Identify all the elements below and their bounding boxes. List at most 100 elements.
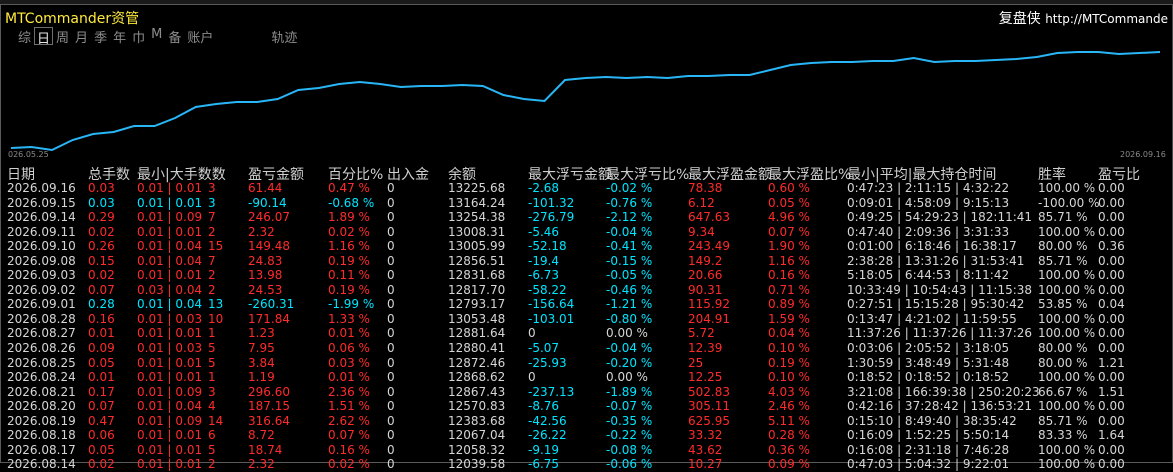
tab-5[interactable]: 年 bbox=[110, 27, 129, 46]
cell-tot: 0.03 bbox=[88, 181, 115, 195]
cell-flp: 204.91 bbox=[688, 311, 730, 326]
cell-win: 85.71 % bbox=[1038, 253, 1088, 268]
tab-8[interactable]: 备 bbox=[165, 27, 184, 46]
cell-pct: 2.62 % bbox=[328, 413, 370, 428]
cell-tot: 0.15 bbox=[88, 253, 115, 268]
table-row[interactable]: 2026.09.16 0.03 0.01 | 0.01 3 61.44 0.47 % 0 13… bbox=[1, 181, 1172, 196]
cell-lots: 0.01 | 0.01 bbox=[137, 268, 203, 283]
table-row[interactable]: 2026.09.14 0.29 0.01 | 0.09 7 246.07 1.89 % 0 1… bbox=[1, 210, 1172, 225]
table-row[interactable]: 2026.08.19 0.47 0.01 | 0.09 14 316.64 2.62 % 0… bbox=[1, 414, 1172, 429]
cell-pct: 0.19 % bbox=[328, 282, 370, 297]
cell-flp: 115.92 bbox=[688, 297, 730, 312]
cell-time: 2:38:28 | 13:31:26 | 31:53:41 bbox=[847, 253, 1025, 268]
cell-cnt: 5 bbox=[208, 355, 216, 370]
table-row[interactable]: 2026.08.21 0.17 0.01 | 0.09 3 296.60 2.36 % 0 1… bbox=[1, 385, 1172, 400]
tab-1[interactable]: 日 bbox=[34, 27, 54, 47]
cell-flp: 20.66 bbox=[688, 268, 723, 283]
cell-date: 2026.09.10 bbox=[7, 239, 76, 254]
cell-fltp: -0.04 % bbox=[606, 341, 653, 356]
cell-in: 0 bbox=[387, 399, 395, 414]
cell-flt: -58.22 bbox=[528, 282, 567, 297]
cell-fltp: 0.00 % bbox=[606, 326, 648, 341]
table-row[interactable]: 2026.08.24 0.01 0.01 | 0.01 1 1.19 0.01 % 0 128… bbox=[1, 370, 1172, 385]
cell-cnt: 2 bbox=[208, 268, 216, 283]
table-row[interactable]: 2026.08.26 0.09 0.01 | 0.03 5 7.95 0.06 % 0 128… bbox=[1, 341, 1172, 356]
table-row[interactable]: 2026.09.10 0.26 0.01 | 0.04 15 149.48 1.16 % 0… bbox=[1, 239, 1172, 254]
tab-7[interactable]: M bbox=[148, 27, 165, 45]
cell-time: 0:47:03 | 5:04:32 | 9:22:01 bbox=[847, 457, 1010, 472]
table-row[interactable]: 2026.08.17 0.05 0.01 | 0.01 5 18.74 0.16 % 0 12… bbox=[1, 443, 1172, 458]
cell-lots: 0.01 | 0.01 bbox=[137, 224, 203, 239]
cell-cnt: 6 bbox=[208, 428, 216, 443]
cell-flt: 0 bbox=[528, 326, 536, 341]
cell-bal: 12058.32 bbox=[448, 442, 506, 457]
table-row[interactable]: 2026.08.28 0.16 0.01 | 0.03 10 171.84 1.33 % 0… bbox=[1, 312, 1172, 327]
cell-flt: -276.79 bbox=[528, 210, 575, 225]
cell-in: 0 bbox=[387, 195, 395, 210]
cell-ratio: 0.00 bbox=[1098, 268, 1125, 283]
cell-flpp: 0.10 % bbox=[768, 341, 810, 356]
cell-pl: 2.32 bbox=[248, 457, 275, 472]
cell-in: 0 bbox=[387, 413, 395, 428]
tab-2[interactable]: 周 bbox=[53, 27, 72, 46]
cell-flpp: 4.96 % bbox=[768, 210, 810, 225]
table-row[interactable]: 2026.09.03 0.02 0.01 | 0.01 2 13.98 0.11 % 0 12… bbox=[1, 268, 1172, 283]
cell-ratio: 1.21 bbox=[1098, 355, 1125, 370]
cell-date: 2026.08.28 bbox=[7, 311, 76, 326]
table-row[interactable]: 2026.08.25 0.05 0.01 | 0.01 5 3.84 0.03 % 0 128… bbox=[1, 356, 1172, 371]
cell-ratio: 0.00 bbox=[1098, 282, 1125, 297]
cell-bal: 13254.38 bbox=[448, 210, 506, 225]
cell-flpp: 0.28 % bbox=[768, 428, 810, 443]
cell-lots: 0.01 | 0.04 bbox=[137, 239, 203, 254]
cell-bal: 13005.99 bbox=[448, 239, 506, 254]
brand-url[interactable]: http://MTCommande bbox=[1045, 12, 1168, 26]
table-row[interactable]: 2026.09.15 0.03 0.01 | 0.01 3 -90.14 -0.68 % 0… bbox=[1, 196, 1172, 211]
table-row[interactable]: 2026.08.27 0.01 0.01 | 0.01 1 1.23 0.01 % 0 128… bbox=[1, 326, 1172, 341]
cell-in: 0 bbox=[387, 282, 395, 297]
cell-lots: 0.01 | 0.01 bbox=[137, 326, 203, 341]
table-row[interactable]: 2026.09.11 0.02 0.01 | 0.01 2 2.32 0.02 % 0 130… bbox=[1, 225, 1172, 240]
cell-bal: 13164.24 bbox=[448, 195, 506, 210]
tab-4[interactable]: 季 bbox=[91, 27, 110, 46]
cell-in: 0 bbox=[387, 370, 395, 385]
table-row[interactable]: 2026.08.18 0.06 0.01 | 0.01 6 8.72 0.07 % 0 120… bbox=[1, 428, 1172, 443]
tab-0[interactable]: 综 bbox=[15, 27, 34, 46]
cell-flpp: 2.46 % bbox=[768, 399, 810, 414]
table-row[interactable]: 2026.09.01 0.28 0.01 | 0.04 13 -260.31 -1.99 … bbox=[1, 297, 1172, 312]
cell-time: 0:27:51 | 15:15:28 | 95:30:42 bbox=[847, 297, 1025, 312]
cell-bal: 12831.68 bbox=[448, 268, 506, 283]
cell-lots: 0.01 | 0.09 bbox=[137, 413, 203, 428]
cell-pl: 61.44 bbox=[248, 181, 283, 195]
cell-time: 0:15:10 | 8:49:40 | 38:35:42 bbox=[847, 413, 1017, 428]
cell-win: -100.00 % bbox=[1038, 195, 1100, 210]
table-row[interactable]: 2026.09.02 0.07 0.03 | 0.04 2 24.53 0.19 % 0 12… bbox=[1, 283, 1172, 298]
cell-flt: -42.56 bbox=[528, 413, 567, 428]
cell-flp: 10.27 bbox=[688, 457, 723, 472]
cell-pct: 1.51 % bbox=[328, 399, 370, 414]
cell-tot: 0.07 bbox=[88, 399, 115, 414]
table-row[interactable]: 2026.09.08 0.15 0.01 | 0.04 7 24.83 0.19 % 0 12… bbox=[1, 254, 1172, 269]
cell-flt: -101.32 bbox=[528, 195, 575, 210]
cell-fltp: -0.76 % bbox=[606, 195, 653, 210]
cell-ratio: 1.51 bbox=[1098, 384, 1125, 399]
cell-flpp: 1.16 % bbox=[768, 253, 810, 268]
cell-time: 0:47:23 | 2:11:15 | 4:32:22 bbox=[847, 181, 1010, 195]
cell-flt: -2.68 bbox=[528, 181, 560, 195]
tab-6[interactable]: 巾 bbox=[129, 27, 148, 46]
tab-9[interactable]: 账户 bbox=[184, 27, 216, 46]
cell-tot: 0.05 bbox=[88, 442, 115, 457]
tab-3[interactable]: 月 bbox=[72, 27, 91, 46]
cell-flp: 502.83 bbox=[688, 384, 730, 399]
cell-time: 3:21:08 | 166:39:38 | 250:20:23 bbox=[847, 384, 1040, 399]
table-row[interactable]: 2026.08.20 0.07 0.01 | 0.04 4 187.15 1.51 % 0 1… bbox=[1, 399, 1172, 414]
cell-flt: -6.75 bbox=[528, 457, 560, 472]
chart-start-date: 026.05.25 bbox=[8, 150, 49, 159]
table-row[interactable]: 2026.08.14 0.02 0.01 | 0.01 2 2.32 0.02 % 0 120… bbox=[1, 457, 1172, 472]
cell-cnt: 1 bbox=[208, 370, 216, 385]
cell-ratio: 0.00 bbox=[1098, 210, 1125, 225]
cell-pl: 316.64 bbox=[248, 413, 290, 428]
cell-flt: -19.4 bbox=[528, 253, 560, 268]
brand-header: 复盘侠 http://MTCommande bbox=[999, 8, 1168, 28]
tab-10[interactable]: 轨迹 bbox=[268, 27, 300, 46]
cell-flpp: 0.05 % bbox=[768, 195, 810, 210]
